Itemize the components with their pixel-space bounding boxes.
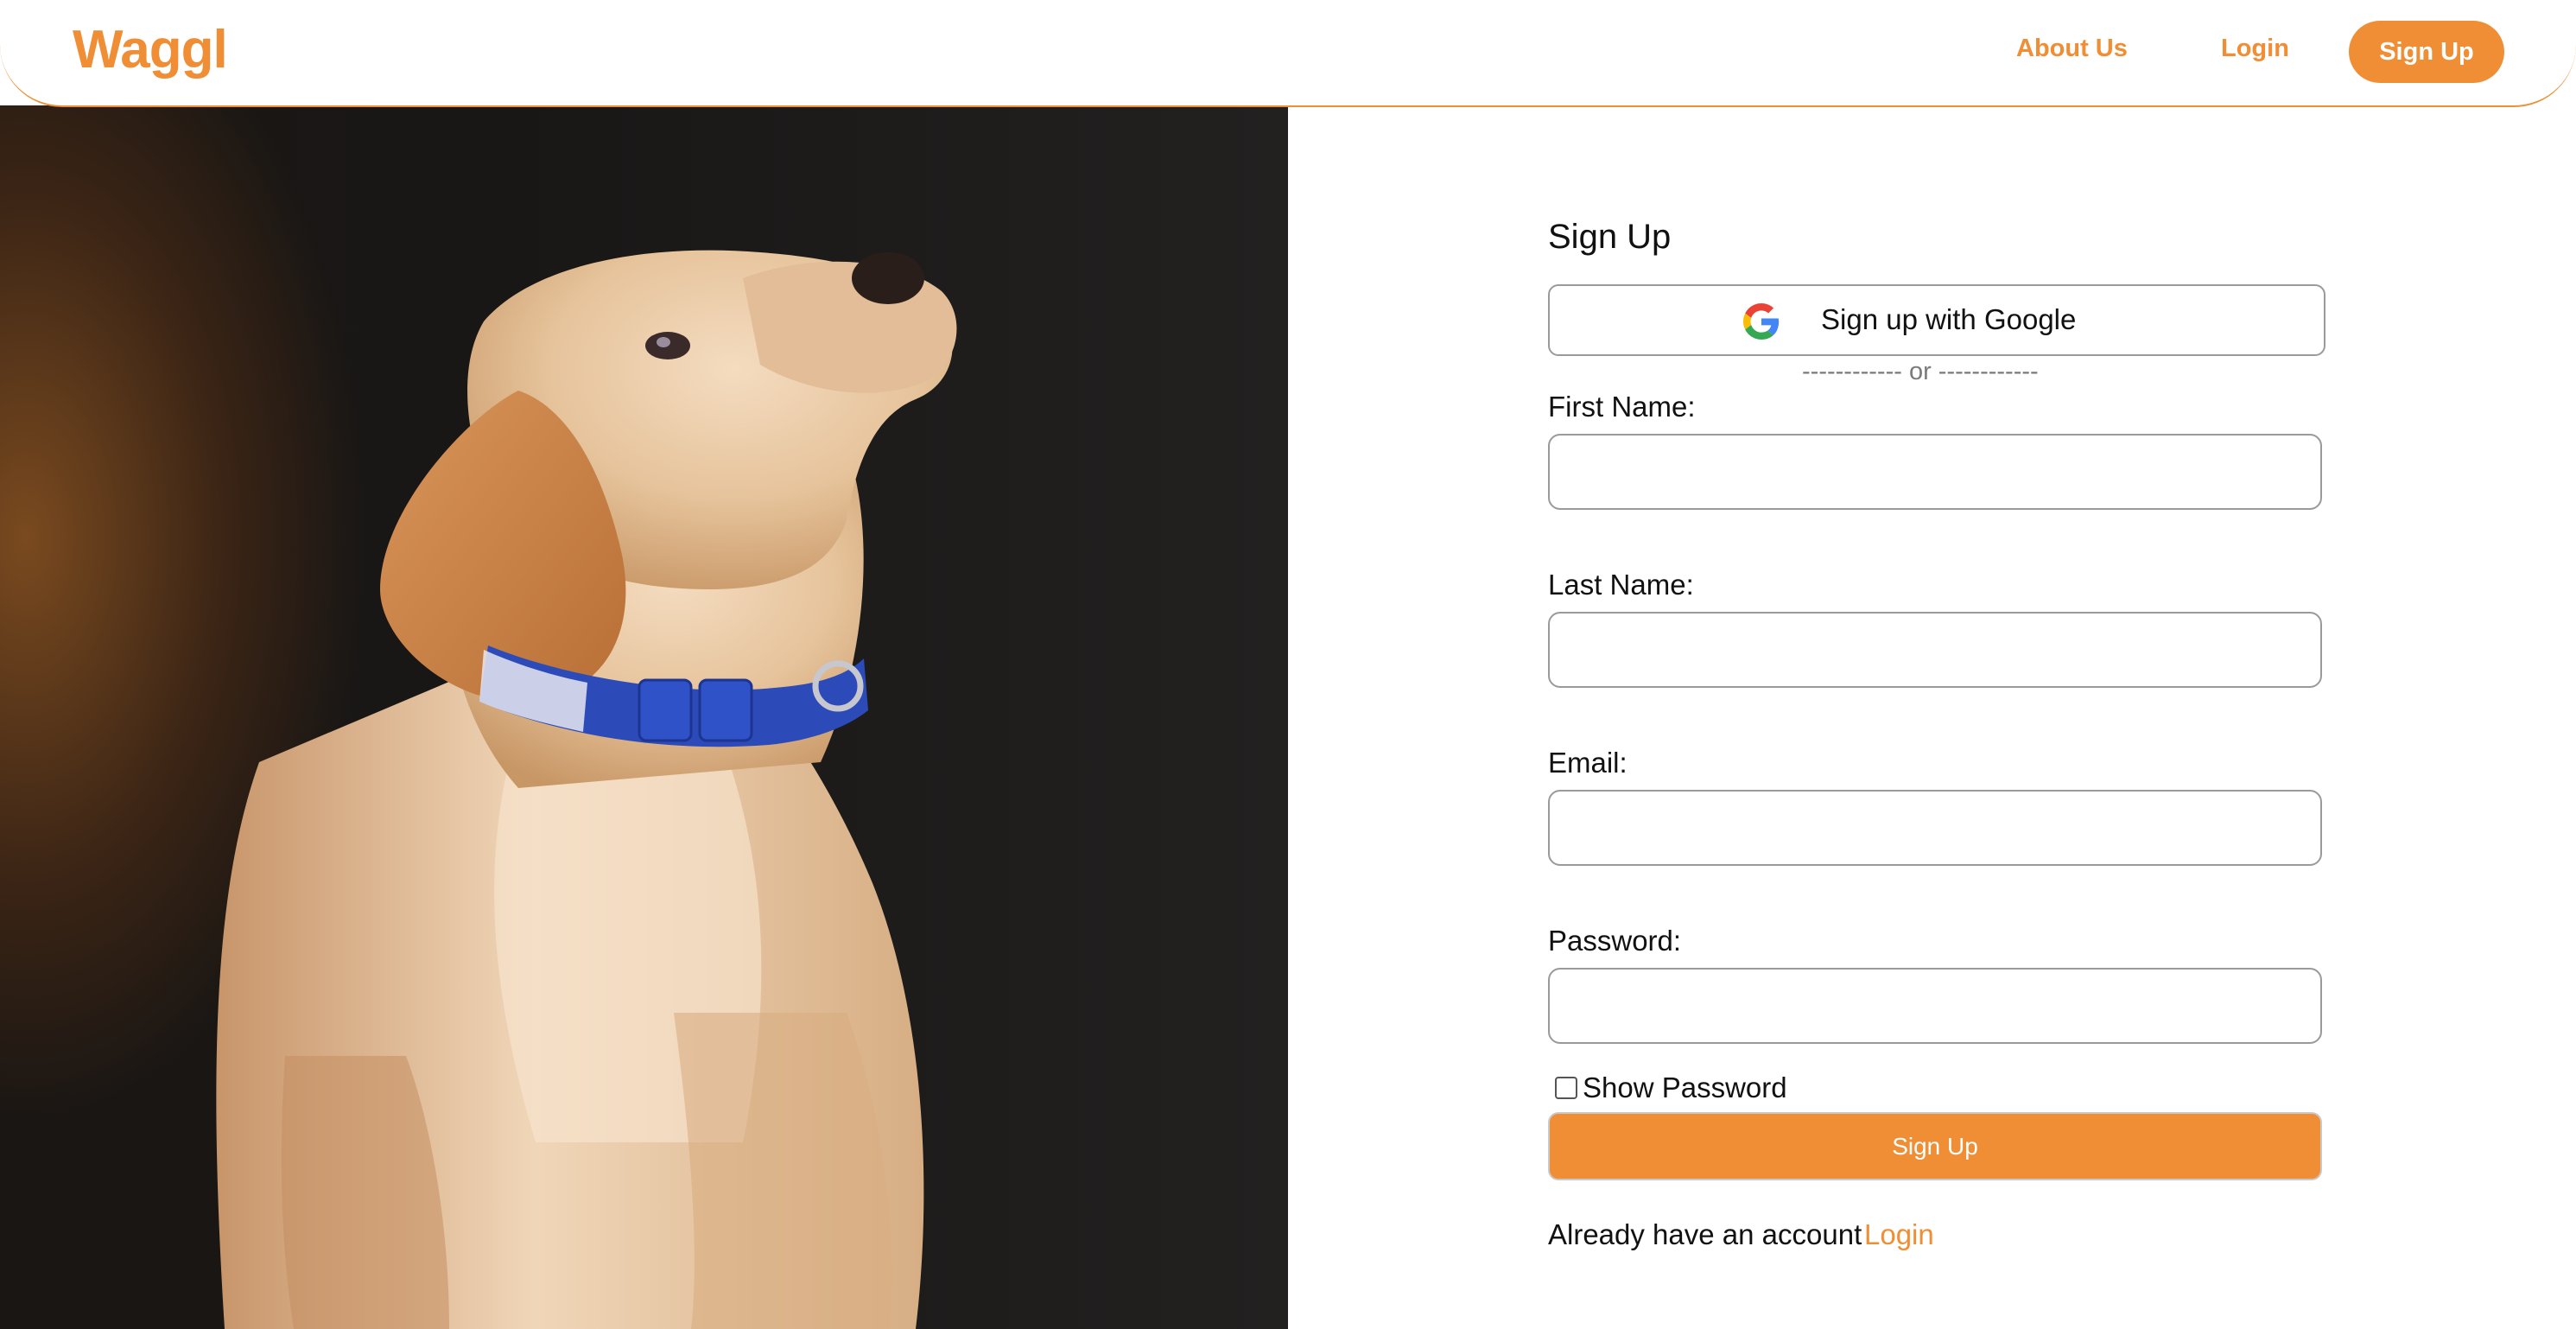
footer-login-link[interactable]: Login: [1864, 1218, 1934, 1251]
last-name-label: Last Name:: [1548, 569, 1694, 601]
google-signup-button[interactable]: Sign up with Google: [1548, 284, 2325, 356]
email-input[interactable]: [1548, 790, 2322, 866]
google-icon: [1743, 303, 1780, 340]
nav-login-link[interactable]: Login: [2221, 35, 2289, 63]
signup-submit-button[interactable]: Sign Up: [1548, 1112, 2322, 1180]
password-label: Password:: [1548, 925, 1682, 957]
or-divider: ------------ or ------------: [1802, 358, 2039, 385]
show-password-toggle[interactable]: Show Password: [1555, 1071, 1787, 1104]
form-title: Sign Up: [1548, 218, 1672, 256]
brand-logo[interactable]: Waggl: [73, 19, 228, 80]
show-password-checkbox[interactable]: [1555, 1077, 1577, 1099]
google-signup-label: Sign up with Google: [1821, 303, 2077, 335]
first-name-input[interactable]: [1548, 434, 2322, 510]
nav-signup-button[interactable]: Sign Up: [2349, 21, 2504, 83]
show-password-label: Show Password: [1583, 1071, 1787, 1103]
nav-about-us-link[interactable]: About Us: [2016, 35, 2128, 63]
first-name-label: First Name:: [1548, 391, 1696, 423]
email-label: Email:: [1548, 747, 1627, 779]
already-have-account-text: Already have an account: [1548, 1218, 1862, 1250]
puppy-illustration: [216, 250, 957, 1329]
hero-puppy-image: [0, 105, 1288, 1329]
last-name-input[interactable]: [1548, 612, 2322, 688]
password-input[interactable]: [1548, 968, 2322, 1044]
top-navbar: Waggl About Us Login Sign Up: [0, 0, 2576, 107]
